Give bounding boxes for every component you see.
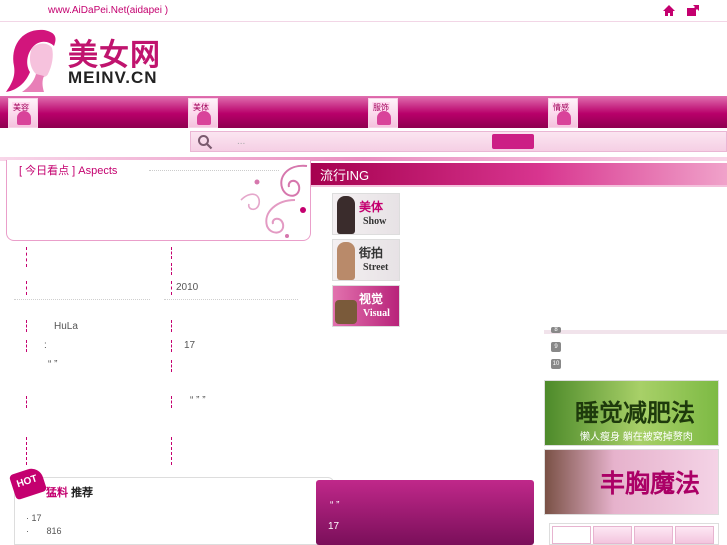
nav-item-emotion[interactable]: 情感 (548, 98, 578, 128)
aspects-title: [ 今日看点 ] Aspects (19, 165, 118, 177)
floral-swirl-icon (240, 164, 308, 238)
featured-text: “ ” (330, 500, 340, 511)
hot-badge-label: HOT (15, 473, 39, 491)
list-marker (171, 281, 172, 295)
search-input[interactable]: ... (217, 134, 485, 149)
list-marker (171, 360, 172, 372)
article-text[interactable]: : (44, 340, 47, 351)
bookmark-icon[interactable] (686, 4, 700, 17)
trend-card-en: Visual (363, 308, 390, 319)
site-link[interactable]: www.AiDaPei.Net(aidapei ) (48, 5, 168, 16)
article-brand[interactable]: HuLa (54, 321, 78, 332)
hot-title-text: 推荐 (71, 487, 94, 499)
model-photo-icon (337, 196, 355, 234)
sleep-diet-banner[interactable]: 睡觉减肥法 懒人瘦身 躺在被窝掉赘肉 (544, 380, 719, 446)
search-bar: ... (190, 131, 727, 152)
hot-title: 猛料 推荐 (46, 484, 93, 500)
hot-title-highlight: 猛料 (46, 487, 68, 499)
divider (164, 299, 298, 300)
logo-english-text: MEINV.CN (68, 68, 158, 87)
nav-item-body[interactable]: 美体 (188, 98, 218, 128)
trend-card-visual[interactable]: 视觉 Visual (332, 285, 400, 327)
banner-title: 丰胸魔法 (600, 469, 701, 498)
handbag-photo-icon (335, 300, 357, 324)
site-logo[interactable]: 美女网 MEINV.CN (4, 26, 184, 96)
divider (14, 299, 150, 300)
top-bar: www.AiDaPei.Net(aidapei ) (0, 0, 727, 22)
nav-item-beauty[interactable]: 美容 (8, 98, 38, 128)
breast-magic-banner[interactable]: 丰胸魔法 (544, 449, 719, 515)
nav-item-fashion[interactable]: 服饰 (368, 98, 398, 128)
list-marker (171, 263, 172, 275)
sidebar-tab[interactable] (634, 526, 673, 544)
list-marker (26, 247, 27, 267)
featured-panel[interactable]: “ ” 17 (316, 480, 534, 545)
trend-header: 流行ING (311, 163, 727, 185)
article-quote[interactable]: “ ” ” (190, 395, 206, 406)
article-quote[interactable]: “ ” (48, 359, 57, 370)
model-photo-icon (337, 242, 355, 280)
nav-thumbnail-icon (377, 111, 391, 125)
banner-title: 睡觉减肥法 (575, 399, 695, 427)
list-marker (26, 437, 27, 465)
list-marker (171, 396, 172, 408)
trend-card-cn: 街拍 (359, 246, 384, 260)
nav-thumbnail-icon (17, 111, 31, 125)
list-marker (171, 320, 172, 332)
main-navbar: 美容 美体 服饰 情感 (0, 96, 727, 128)
woman-silhouette-logo-icon (6, 29, 56, 92)
sidebar-tab[interactable] (593, 526, 632, 544)
trend-title: 流行ING (320, 168, 370, 183)
sidebar-tab[interactable] (552, 526, 591, 544)
list-marker (26, 281, 27, 295)
list-marker (26, 396, 27, 408)
article-year[interactable]: 2010 (176, 282, 198, 293)
trend-card-en: Show (363, 216, 387, 227)
list-item[interactable]: · 17 (26, 513, 42, 523)
aspects-panel: [ 今日看点 ] Aspects (6, 160, 311, 241)
sidebar-tabs (549, 523, 719, 545)
home-icon[interactable] (662, 4, 676, 17)
nav-thumbnail-icon (557, 111, 571, 125)
trend-card-cn: 视觉 (359, 292, 384, 306)
sidebar-tab[interactable] (675, 526, 714, 544)
hot-item-number: 17 (31, 513, 42, 523)
rank-badge: 8 (551, 327, 561, 333)
hot-item-number: 816 (46, 526, 62, 536)
article-number[interactable]: 17 (184, 340, 195, 351)
list-item[interactable]: · 816 (26, 526, 62, 536)
divider (311, 185, 727, 187)
list-marker (26, 340, 27, 352)
trend-card-cn: 美体 (359, 200, 384, 214)
banner-subtitle: 懒人瘦身 躺在被窝掉赘肉 (580, 432, 693, 443)
rank-badge: 9 (551, 342, 561, 352)
search-button[interactable] (492, 134, 534, 149)
list-marker (171, 247, 172, 259)
divider (544, 330, 727, 334)
rank-badge: 10 (551, 359, 561, 369)
trend-card-show[interactable]: 美体 Show (332, 193, 400, 235)
list-marker (26, 320, 27, 332)
featured-number: 17 (328, 521, 340, 532)
list-marker (171, 437, 172, 465)
trend-card-street[interactable]: 街拍 Street (332, 239, 400, 281)
nav-thumbnail-icon (197, 111, 211, 125)
search-icon (198, 135, 213, 150)
trend-card-en: Street (363, 262, 389, 273)
list-marker (171, 340, 172, 352)
list-bullet: · (26, 526, 47, 536)
